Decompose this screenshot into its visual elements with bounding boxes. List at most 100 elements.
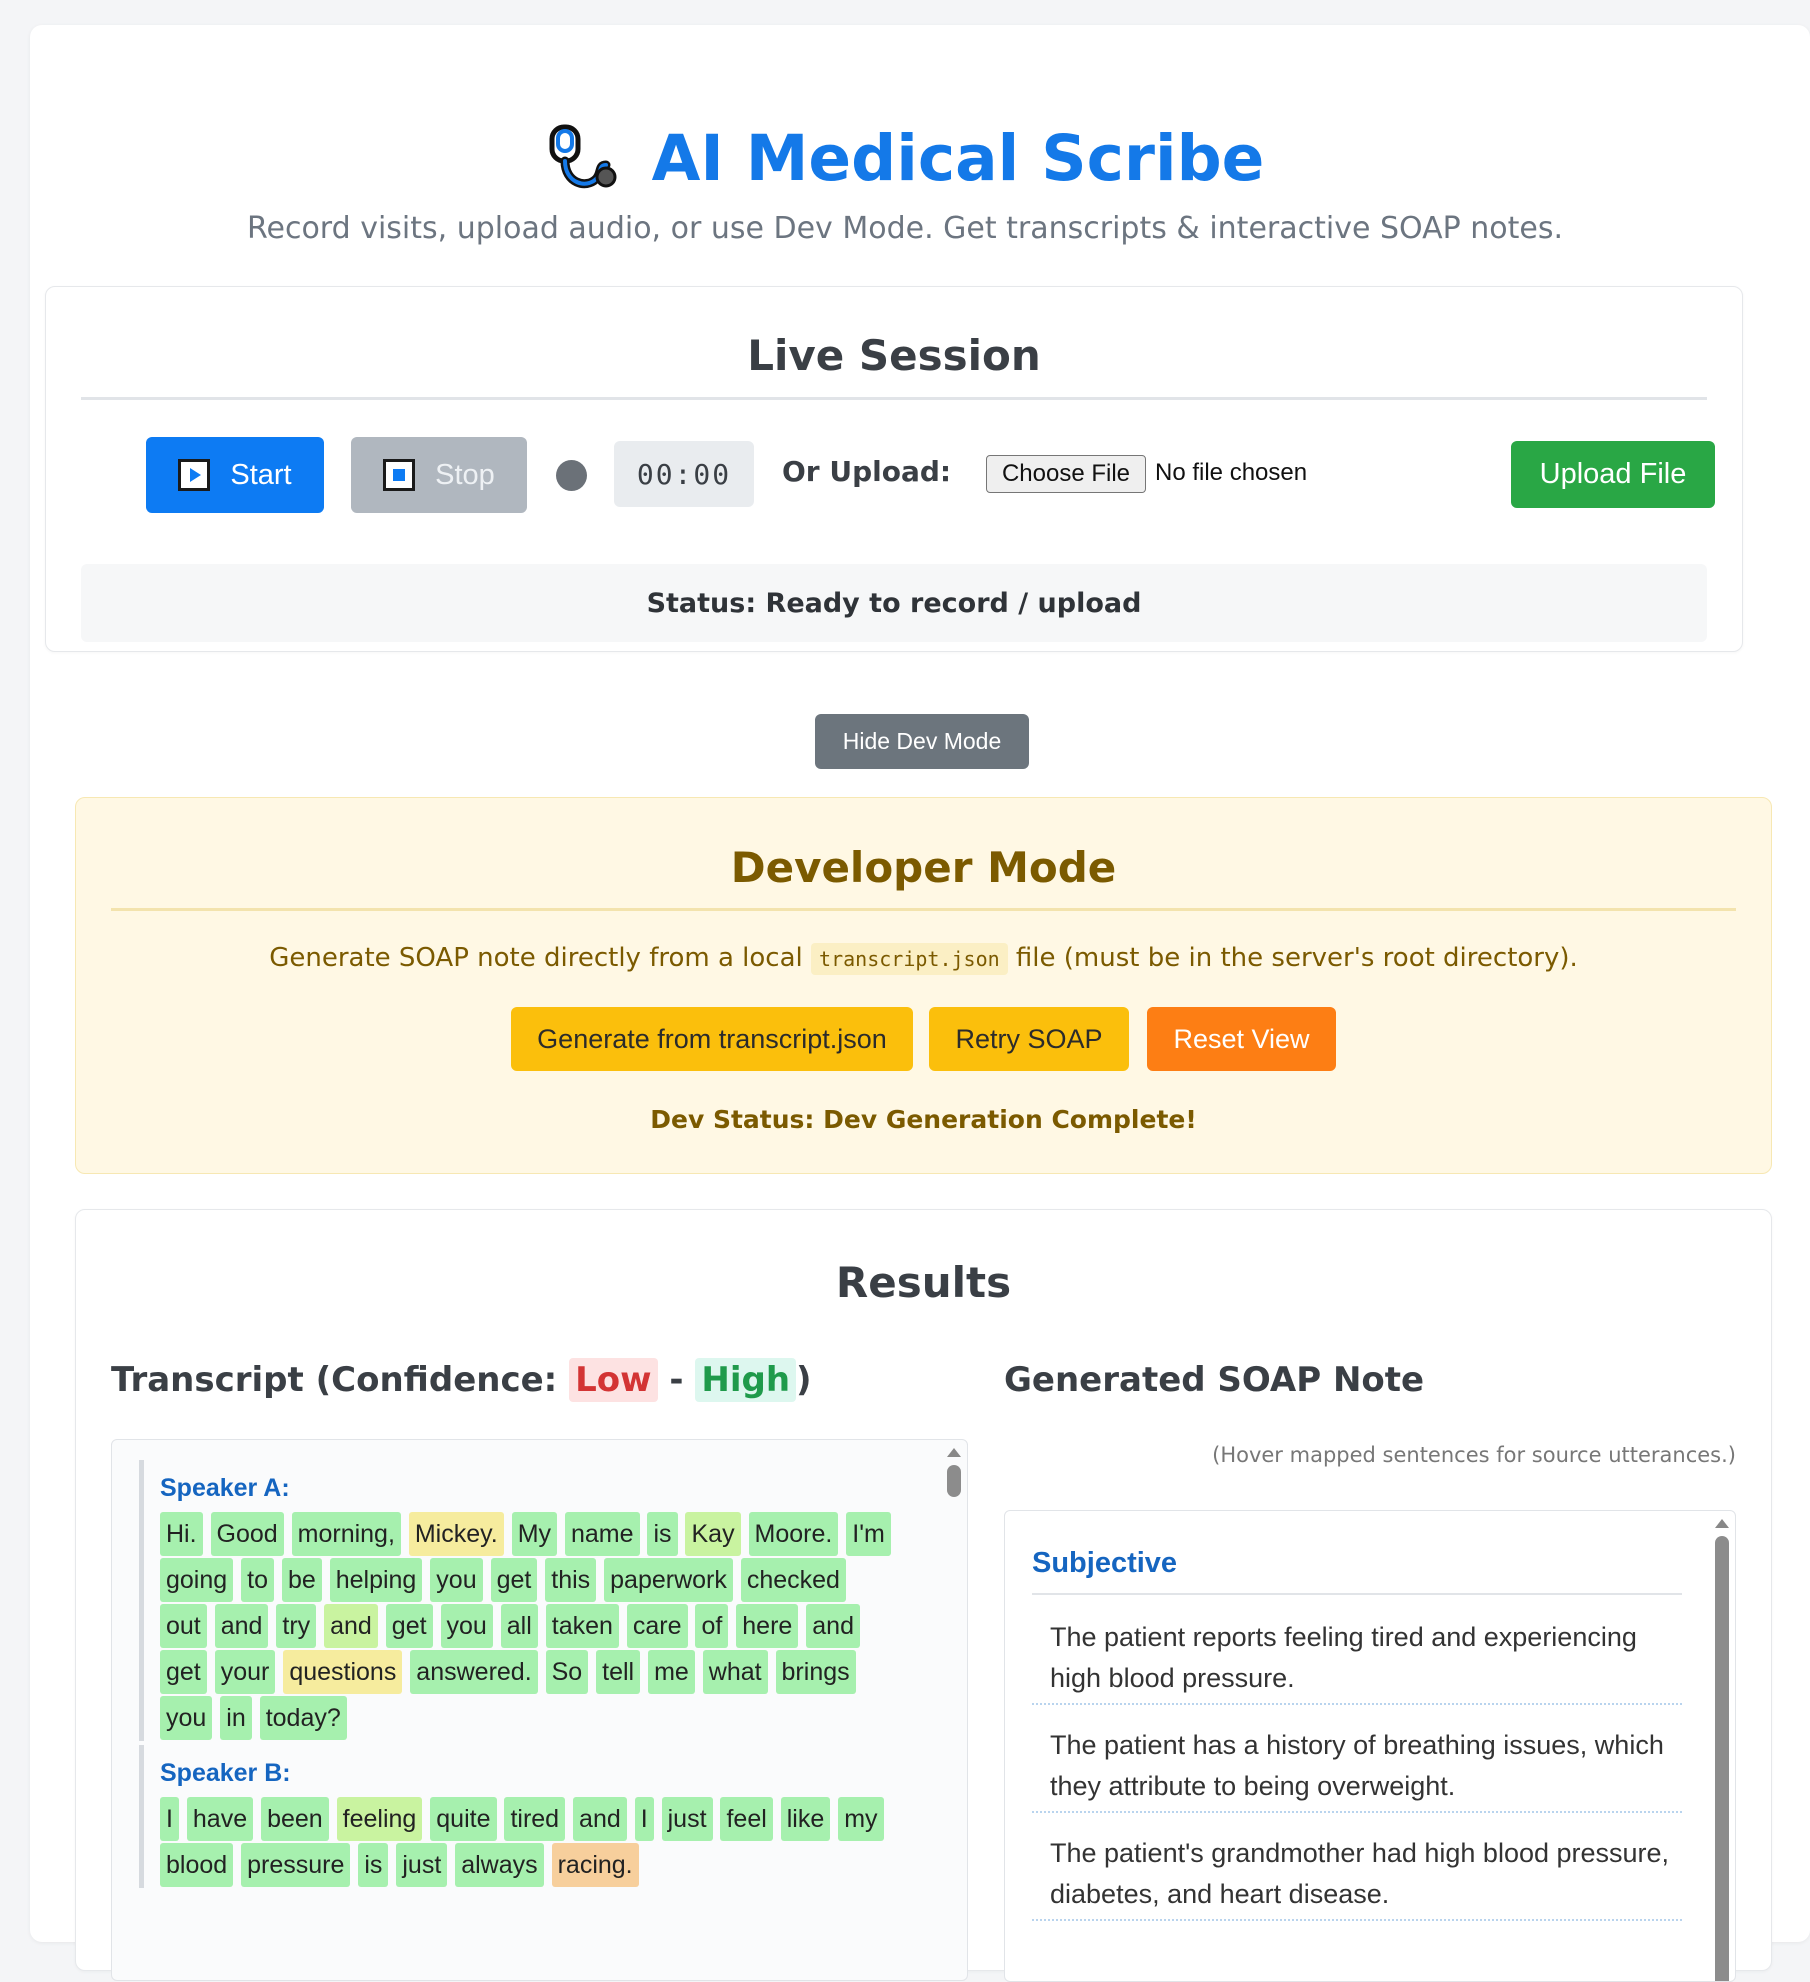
transcript-word[interactable]: be bbox=[281, 1558, 322, 1602]
transcript-word[interactable]: you bbox=[440, 1604, 493, 1648]
transcript-word[interactable]: Kay bbox=[685, 1512, 741, 1556]
transcript-word[interactable]: been bbox=[261, 1797, 329, 1841]
transcript-word[interactable]: tired bbox=[504, 1797, 566, 1841]
transcript-word[interactable]: you bbox=[160, 1696, 213, 1740]
transcript-word[interactable]: my bbox=[838, 1797, 884, 1841]
transcript-title-close: ) bbox=[796, 1360, 812, 1400]
scroll-thumb[interactable] bbox=[947, 1465, 961, 1497]
reset-view-button[interactable]: Reset View bbox=[1147, 1007, 1336, 1071]
transcript-word[interactable]: out bbox=[160, 1604, 207, 1648]
transcript-word[interactable]: feeling bbox=[336, 1797, 423, 1841]
transcript-word[interactable]: Hi. bbox=[160, 1512, 203, 1556]
status-bar: Status: Ready to record / upload bbox=[81, 564, 1707, 642]
scroll-thumb[interactable] bbox=[1715, 1536, 1729, 1981]
transcript-word[interactable]: answered. bbox=[410, 1650, 538, 1694]
confidence-separator: - bbox=[669, 1360, 684, 1400]
desc-text-after: file (must be in the server's root direc… bbox=[1015, 943, 1578, 973]
transcript-word[interactable]: you bbox=[430, 1558, 483, 1602]
transcript-word[interactable]: get bbox=[385, 1604, 433, 1648]
transcript-title: Transcript (Confidence: Low - High) bbox=[111, 1358, 812, 1402]
utterance-speaker-a: Speaker A: Hi. Good morning, Mickey. My … bbox=[139, 1460, 899, 1741]
start-button[interactable]: Start bbox=[146, 437, 324, 513]
confidence-low-legend: Low bbox=[569, 1358, 658, 1402]
transcript-word[interactable]: blood bbox=[160, 1843, 234, 1887]
transcript-word[interactable]: checked bbox=[740, 1558, 846, 1602]
transcript-word[interactable]: I bbox=[160, 1797, 179, 1841]
transcript-word[interactable]: pressure bbox=[241, 1843, 351, 1887]
transcript-word[interactable]: morning, bbox=[291, 1512, 401, 1556]
soap-sentence[interactable]: The patient reports feeling tired and ex… bbox=[1032, 1617, 1682, 1705]
developer-mode-title: Developer Mode bbox=[730, 843, 1117, 892]
retry-soap-button[interactable]: Retry SOAP bbox=[929, 1007, 1129, 1071]
confidence-high-legend: High bbox=[695, 1358, 797, 1402]
transcript-word[interactable]: quite bbox=[430, 1797, 497, 1841]
upload-label: Or Upload: bbox=[782, 455, 952, 488]
transcript-word[interactable]: paperwork bbox=[604, 1558, 733, 1602]
soap-note-panel[interactable]: Subjective The patient reports feeling t… bbox=[1004, 1510, 1736, 1982]
transcript-word[interactable]: is bbox=[358, 1843, 389, 1887]
transcript-word[interactable]: Good bbox=[210, 1512, 284, 1556]
transcript-word[interactable]: care bbox=[626, 1604, 688, 1648]
transcript-word[interactable]: I bbox=[634, 1797, 654, 1841]
transcript-word[interactable]: just bbox=[661, 1797, 713, 1841]
upload-file-button[interactable]: Upload File bbox=[1511, 441, 1715, 508]
soap-section-divider bbox=[1032, 1593, 1682, 1595]
transcript-word[interactable]: of bbox=[695, 1604, 729, 1648]
soap-scrollbar[interactable] bbox=[1715, 1519, 1729, 1981]
transcript-word[interactable]: and bbox=[214, 1604, 269, 1648]
transcript-word[interactable]: I'm bbox=[846, 1512, 891, 1556]
scroll-up-icon[interactable] bbox=[1715, 1519, 1729, 1528]
transcript-word[interactable]: going bbox=[160, 1558, 234, 1602]
recording-indicator bbox=[556, 460, 587, 491]
stop-button[interactable]: Stop bbox=[351, 437, 527, 513]
transcript-word[interactable]: here bbox=[736, 1604, 799, 1648]
transcript-word[interactable]: always bbox=[455, 1843, 544, 1887]
transcript-word[interactable]: to bbox=[241, 1558, 274, 1602]
stop-icon bbox=[383, 459, 416, 491]
transcript-word[interactable]: questions bbox=[283, 1650, 403, 1694]
transcript-word[interactable]: what bbox=[702, 1650, 768, 1694]
transcript-word[interactable]: So bbox=[545, 1650, 589, 1694]
transcript-word[interactable]: brings bbox=[775, 1650, 856, 1694]
transcript-word[interactable]: have bbox=[186, 1797, 254, 1841]
transcript-word[interactable]: tell bbox=[596, 1650, 641, 1694]
transcript-word[interactable]: like bbox=[780, 1797, 831, 1841]
utterance-speaker-b: Speaker B: I have been feeling quite tir… bbox=[139, 1745, 899, 1888]
transcript-word[interactable]: feel bbox=[720, 1797, 773, 1841]
soap-sentence[interactable]: The patient's grandmother had high blood… bbox=[1032, 1833, 1682, 1921]
hide-dev-mode-button[interactable]: Hide Dev Mode bbox=[815, 714, 1029, 769]
soap-hover-hint: (Hover mapped sentences for source utter… bbox=[1212, 1443, 1736, 1467]
transcript-word[interactable]: all bbox=[500, 1604, 538, 1648]
transcript-word[interactable]: helping bbox=[329, 1558, 423, 1602]
scroll-up-icon[interactable] bbox=[947, 1448, 961, 1457]
transcript-word[interactable]: just bbox=[396, 1843, 448, 1887]
transcript-word[interactable]: taken bbox=[545, 1604, 619, 1648]
transcript-word[interactable]: name bbox=[564, 1512, 640, 1556]
transcript-word[interactable]: get bbox=[160, 1650, 207, 1694]
transcript-word[interactable]: your bbox=[214, 1650, 276, 1694]
transcript-word[interactable]: and bbox=[806, 1604, 860, 1648]
transcript-word[interactable]: today? bbox=[259, 1696, 347, 1740]
choose-file-button[interactable]: Choose File bbox=[986, 455, 1146, 493]
transcript-word[interactable]: My bbox=[511, 1512, 558, 1556]
transcript-word[interactable]: and bbox=[573, 1797, 627, 1841]
transcript-word[interactable]: Mickey. bbox=[408, 1512, 504, 1556]
transcript-word[interactable]: Moore. bbox=[748, 1512, 839, 1556]
transcript-panel[interactable]: Speaker A: Hi. Good morning, Mickey. My … bbox=[111, 1439, 968, 1981]
generate-from-transcript-button[interactable]: Generate from transcript.json bbox=[511, 1007, 913, 1071]
recording-timer: 00:00 bbox=[614, 441, 754, 507]
transcript-word[interactable]: me bbox=[648, 1650, 695, 1694]
transcript-word[interactable]: racing. bbox=[551, 1843, 639, 1887]
transcript-word[interactable]: and bbox=[324, 1604, 378, 1648]
transcript-word[interactable]: try bbox=[276, 1604, 317, 1648]
transcript-word[interactable]: is bbox=[647, 1512, 678, 1556]
transcript-scrollbar[interactable] bbox=[947, 1448, 961, 1497]
start-label: Start bbox=[230, 458, 292, 491]
transcript-word[interactable]: in bbox=[220, 1696, 252, 1740]
transcript-word[interactable]: get bbox=[490, 1558, 538, 1602]
transcript-word[interactable]: this bbox=[545, 1558, 597, 1602]
results-card: Results Transcript (Confidence: Low - Hi… bbox=[75, 1209, 1772, 1982]
live-session-title: Live Session bbox=[747, 331, 1041, 380]
soap-sentence[interactable]: The patient has a history of breathing i… bbox=[1032, 1725, 1682, 1813]
play-icon bbox=[178, 459, 211, 491]
